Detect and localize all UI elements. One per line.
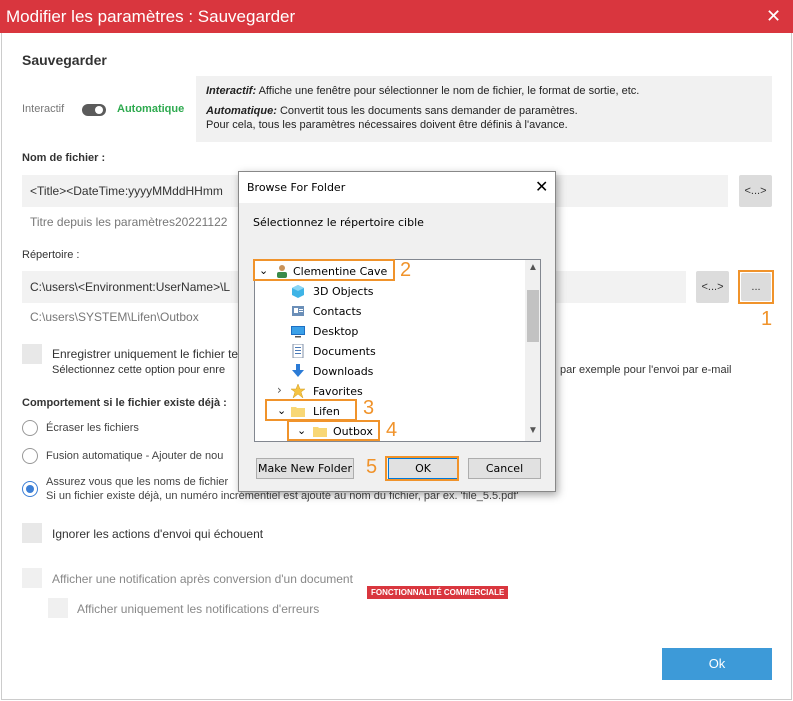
close-icon[interactable]: ✕	[766, 6, 781, 27]
scroll-thumb[interactable]	[527, 290, 539, 342]
tree-item-3d-objects[interactable]: 3D Objects	[255, 281, 523, 301]
dialog-title-bar: Browse For Folder ✕	[239, 172, 555, 203]
filename-label: Nom de fichier :	[22, 152, 106, 164]
tree-item-label: Desktop	[313, 325, 359, 338]
radio-unique-names[interactable]	[22, 481, 38, 497]
directory-insert-button[interactable]: <...>	[696, 271, 729, 303]
tree-item-label: Contacts	[313, 305, 362, 318]
ignore-failed-label: Ignorer les actions d'envoi qui échouent	[52, 527, 264, 541]
info-interactive-term: Interactif:	[206, 85, 257, 97]
tree-item-contacts[interactable]: Contacts	[255, 301, 523, 321]
annotation-number-3: 3	[363, 397, 375, 419]
notification-checkbox[interactable]	[22, 568, 42, 588]
window-title-bar: Modifier les paramètres : Sauvegarder ✕	[0, 0, 793, 33]
annotation-number-2: 2	[400, 259, 412, 281]
annotation-box-3	[265, 399, 357, 421]
toggle-knob	[95, 106, 103, 114]
section-title: Sauvegarder	[22, 52, 107, 68]
window-title: Modifier les paramètres : Sauvegarder	[6, 7, 296, 26]
annotation-box-5	[385, 456, 459, 481]
dialog-instruction: Sélectionnez le répertoire cible	[253, 216, 424, 229]
directory-preview: C:\users\SYSTEM\Lifen\Outbox	[30, 310, 199, 324]
info-automatic-term: Automatique:	[206, 105, 277, 117]
save-only-desc-right: par exemple pour l'envoi par e-mail	[560, 364, 732, 376]
radio-merge[interactable]	[22, 448, 38, 464]
downloads-icon	[292, 364, 304, 377]
annotation-box-4	[287, 420, 380, 441]
scroll-up-icon[interactable]: ▲	[528, 262, 538, 273]
ok-button[interactable]: Ok	[662, 648, 772, 680]
annotation-box-2	[253, 259, 395, 281]
tree-item-favorites[interactable]: › Favorites	[255, 381, 523, 401]
directory-label: Répertoire :	[22, 249, 80, 261]
save-only-label: Enregistrer uniquement le fichier te	[52, 347, 239, 361]
mode-toggle[interactable]	[82, 104, 106, 116]
save-only-desc: Sélectionnez cette option pour enre	[52, 364, 226, 376]
exists-behavior-label: Comportement si le fichier existe déjà :	[22, 397, 227, 409]
documents-icon	[292, 344, 304, 358]
info-automatic-desc: Convertit tous les documents sans demand…	[276, 105, 578, 117]
tree-item-downloads[interactable]: Downloads	[255, 361, 523, 381]
annotation-number-1: 1	[761, 308, 773, 330]
contacts-icon	[292, 306, 304, 316]
3d-objects-icon	[292, 285, 304, 298]
filename-insert-button[interactable]: <...>	[739, 175, 772, 207]
tree-item-label: Downloads	[313, 365, 374, 378]
expand-chevron-icon[interactable]: ›	[277, 383, 282, 397]
commercial-feature-badge: FONCTIONNALITÉ COMMERCIALE	[367, 586, 509, 599]
annotation-number-4: 4	[386, 419, 398, 441]
tree-scrollbar[interactable]: ▲ ▼	[525, 260, 540, 441]
mode-info-box: Interactif: Affiche une fenêtre pour sél…	[196, 76, 772, 142]
tree-item-documents[interactable]: Documents	[255, 341, 523, 361]
make-new-folder-button[interactable]: Make New Folder	[256, 458, 354, 479]
automatic-label: Automatique	[117, 103, 185, 115]
scroll-down-icon[interactable]: ▼	[528, 425, 538, 436]
notification-label: Afficher une notification après conversi…	[52, 572, 353, 586]
dialog-close-icon[interactable]: ✕	[535, 177, 548, 197]
errors-only-checkbox[interactable]	[48, 598, 68, 618]
ignore-failed-checkbox[interactable]	[22, 523, 42, 543]
dialog-cancel-button[interactable]: Cancel	[468, 458, 541, 479]
tree-item-label: 3D Objects	[313, 285, 374, 298]
radio-overwrite[interactable]	[22, 420, 38, 436]
info-interactive-desc: Affiche une fenêtre pour sélectionner le…	[256, 85, 640, 97]
filename-preview: Titre depuis les paramètres20221122	[30, 215, 228, 229]
info-automatic-desc2: Pour cela, tous les paramètres nécessair…	[206, 119, 568, 131]
radio-unique-names-label: Assurez vous que les noms de fichier	[46, 476, 229, 488]
annotation-box-1	[738, 270, 774, 304]
browse-folder-dialog: Browse For Folder ✕ Sélectionnez le répe…	[238, 171, 556, 492]
tree-item-desktop[interactable]: Desktop	[255, 321, 523, 341]
save-only-checkbox[interactable]	[22, 344, 42, 364]
interactive-label: Interactif	[22, 103, 65, 115]
radio-overwrite-label: Écraser les fichiers	[46, 422, 139, 434]
annotation-number-5: 5	[366, 456, 378, 478]
desktop-icon	[291, 326, 305, 338]
dialog-title: Browse For Folder	[247, 181, 346, 194]
tree-item-label: Documents	[313, 345, 376, 358]
radio-dot	[26, 485, 34, 493]
radio-merge-label: Fusion automatique - Ajouter de nou	[46, 450, 224, 462]
star-icon	[291, 384, 305, 398]
tree-item-label: Favorites	[313, 385, 363, 398]
errors-only-label: Afficher uniquement les notifications d'…	[77, 602, 320, 616]
